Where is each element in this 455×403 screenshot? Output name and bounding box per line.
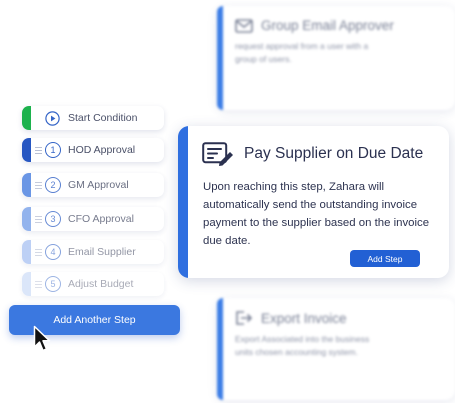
step-label: Email Supplier xyxy=(68,246,136,258)
drag-handle-icon[interactable] xyxy=(31,248,45,256)
step-number: 4 xyxy=(45,244,61,260)
mouse-cursor-icon xyxy=(33,325,51,352)
step-label: Start Condition xyxy=(68,112,138,124)
step-color-bar xyxy=(22,106,31,130)
play-icon xyxy=(45,110,60,126)
card-accent-bar xyxy=(217,6,223,110)
drag-handle-icon[interactable] xyxy=(31,146,45,154)
step-label: HOD Approval xyxy=(68,144,136,156)
step-label: GM Approval xyxy=(68,179,129,191)
step-start-condition[interactable]: Start Condition xyxy=(22,106,164,130)
step-color-bar xyxy=(22,272,31,296)
pay-supplier-card[interactable]: Pay Supplier on Due Date Upon reaching t… xyxy=(178,126,449,278)
step-color-bar xyxy=(22,173,31,197)
step-cfo-approval[interactable]: 3 CFO Approval xyxy=(22,207,164,231)
card-title: Export Invoice xyxy=(261,310,347,326)
step-number: 1 xyxy=(45,142,61,158)
card-description: Export Associated into the business unit… xyxy=(235,334,370,357)
step-adjust-budget[interactable]: 5 Adjust Budget xyxy=(22,272,164,296)
add-step-button[interactable]: Add Step xyxy=(350,250,420,267)
step-email-supplier[interactable]: 4 Email Supplier xyxy=(22,240,164,264)
card-accent-bar xyxy=(217,298,223,400)
step-number: 2 xyxy=(45,177,61,193)
step-color-bar xyxy=(22,207,31,231)
group-email-approver-card[interactable]: Group Email Approver request approval fr… xyxy=(217,6,455,110)
export-icon xyxy=(236,311,253,325)
step-hod-approval[interactable]: 1 HOD Approval xyxy=(22,138,164,162)
step-label: Adjust Budget xyxy=(68,278,134,290)
drag-handle-icon[interactable] xyxy=(31,215,45,223)
step-color-bar xyxy=(22,240,31,264)
drag-handle-icon[interactable] xyxy=(31,280,45,288)
edit-document-icon xyxy=(202,142,233,166)
step-number: 5 xyxy=(45,276,61,292)
export-invoice-card[interactable]: Export Invoice Export Associated into th… xyxy=(217,298,455,400)
step-color-bar xyxy=(22,138,31,162)
card-description: Upon reaching this step, Zahara will aut… xyxy=(203,181,430,247)
card-title: Pay Supplier on Due Date xyxy=(244,145,424,162)
step-number: 3 xyxy=(45,211,61,227)
step-gm-approval[interactable]: 2 GM Approval xyxy=(22,173,164,197)
step-label: CFO Approval xyxy=(68,213,134,225)
drag-handle-icon[interactable] xyxy=(31,181,45,189)
card-accent-bar xyxy=(178,126,188,278)
card-description: request approval from a user with a grou… xyxy=(235,41,369,64)
card-title: Group Email Approver xyxy=(261,18,394,33)
mail-icon xyxy=(235,18,253,33)
